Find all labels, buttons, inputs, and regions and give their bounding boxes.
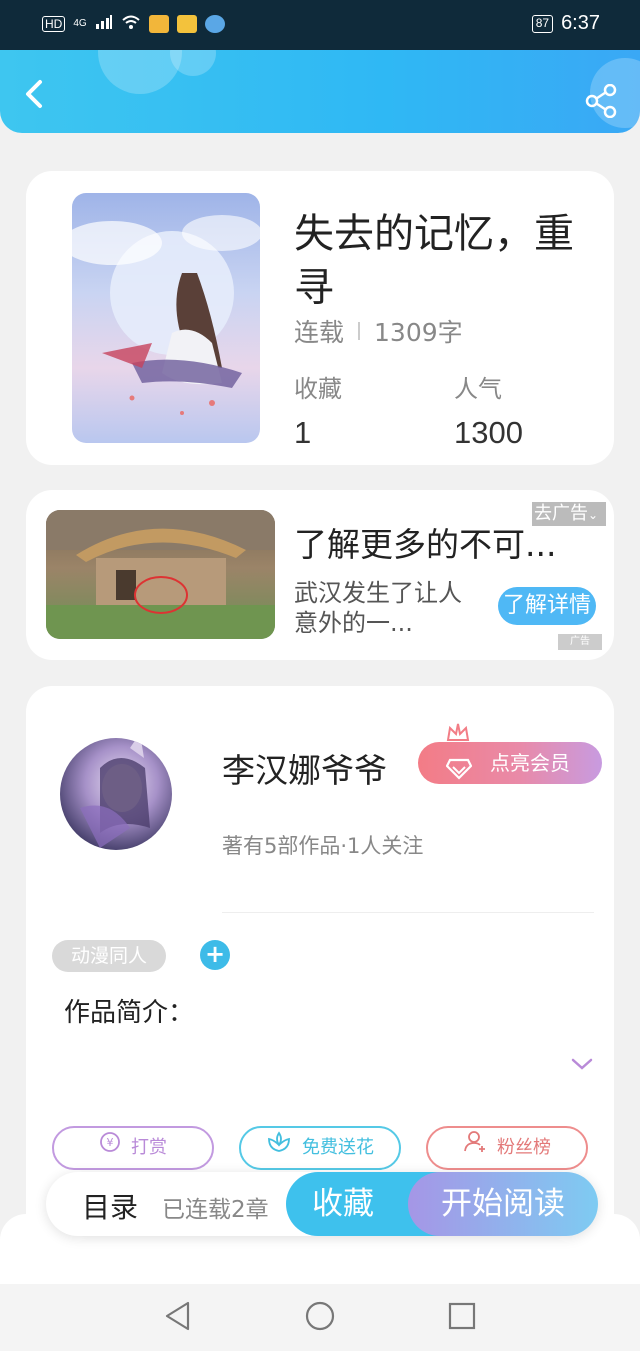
remove-ad-label: 去广告 bbox=[534, 503, 588, 524]
yen-icon: ¥ bbox=[99, 1128, 121, 1168]
flower-icon bbox=[266, 1128, 292, 1168]
signal-4g-indicator: 4G bbox=[73, 18, 87, 29]
chevron-left-icon bbox=[26, 80, 42, 108]
decor-bubble bbox=[170, 50, 216, 76]
chapter-count: 已连载2章 bbox=[162, 1197, 269, 1223]
popularity-value: 1300 bbox=[454, 415, 523, 450]
fans-ranking-label: 粉丝榜 bbox=[497, 1137, 551, 1158]
free-flower-button[interactable]: 免费送花 bbox=[239, 1126, 401, 1170]
book-cover-image[interactable] bbox=[72, 193, 260, 443]
free-flower-label: 免费送花 bbox=[302, 1137, 374, 1158]
hd-indicator: HD bbox=[42, 15, 66, 32]
author-avatar[interactable] bbox=[60, 738, 172, 850]
author-name: 李汉娜爷爷 bbox=[222, 751, 387, 790]
avatar-illustration bbox=[80, 738, 150, 848]
table-of-contents-button[interactable]: 目录 bbox=[82, 1186, 138, 1226]
ad-mark: 广告 bbox=[558, 634, 602, 650]
header-bar bbox=[0, 50, 640, 133]
reward-button[interactable]: ¥ 打赏 bbox=[52, 1126, 214, 1170]
ad-title: 了解更多的不可... bbox=[294, 525, 557, 564]
nav-home-button[interactable] bbox=[304, 1300, 336, 1332]
chevron-down-icon: ⌄ bbox=[588, 508, 599, 522]
divider bbox=[222, 912, 594, 913]
cover-illustration bbox=[72, 215, 260, 415]
status-indicators: HD 4G bbox=[42, 14, 225, 33]
share-icon bbox=[585, 83, 617, 119]
remove-ad-button[interactable]: 去广告⌄ bbox=[532, 502, 606, 526]
battery-indicator: 87 bbox=[531, 14, 554, 33]
diamond-icon bbox=[445, 752, 473, 794]
back-button[interactable] bbox=[18, 78, 50, 110]
share-button[interactable] bbox=[584, 83, 618, 119]
signal-icon bbox=[95, 14, 113, 33]
square-recents-icon bbox=[448, 1302, 476, 1330]
ad-detail-button[interactable]: 了解详情 bbox=[498, 587, 596, 625]
app-notification-icon bbox=[148, 14, 169, 33]
triangle-back-icon bbox=[165, 1301, 190, 1331]
circle-home-icon bbox=[305, 1301, 335, 1331]
svg-text:¥: ¥ bbox=[107, 1136, 114, 1149]
vip-activate-button[interactable]: 点亮会员 bbox=[418, 742, 602, 784]
user-icon bbox=[463, 1128, 487, 1168]
book-word-count: 1309字 bbox=[374, 318, 463, 347]
vip-button-label: 点亮会员 bbox=[490, 751, 570, 775]
ad-illustration bbox=[46, 510, 275, 639]
author-stats: 著有5部作品·1人关注 bbox=[222, 834, 424, 858]
system-nav-bar bbox=[0, 1284, 640, 1351]
app-notification-icon-2 bbox=[176, 14, 197, 33]
fans-ranking-button[interactable]: 粉丝榜 bbox=[426, 1126, 588, 1170]
meta-divider bbox=[358, 322, 361, 340]
nav-back-button[interactable] bbox=[162, 1300, 194, 1332]
ad-card[interactable]: 了解更多的不可... 武汉发生了让人意外的一... 去广告⌄ 了解详情 广告 bbox=[26, 490, 614, 660]
chevron-down-icon bbox=[571, 1058, 593, 1070]
intro-label: 作品简介： bbox=[64, 998, 195, 1028]
book-info-card: 失去的记忆，重寻 连载 1309字 收藏 1 人气 1300 bbox=[26, 171, 614, 465]
favorites-label: 收藏 bbox=[294, 375, 342, 403]
app-notification-icon-3 bbox=[204, 14, 225, 33]
wifi-icon bbox=[121, 14, 141, 33]
popularity-label: 人气 bbox=[454, 375, 502, 403]
expand-intro-button[interactable] bbox=[570, 1056, 594, 1076]
add-tag-button[interactable]: + bbox=[200, 940, 230, 970]
category-tag[interactable]: 动漫同人 bbox=[52, 940, 166, 972]
clock: 6:37 bbox=[561, 12, 600, 34]
reward-label: 打赏 bbox=[131, 1137, 167, 1158]
ad-description: 武汉发生了让人意外的一... bbox=[294, 579, 462, 637]
start-reading-button[interactable]: 开始阅读 bbox=[408, 1172, 598, 1236]
nav-recents-button[interactable] bbox=[446, 1300, 478, 1332]
bottom-action-bar: 目录 已连载2章 收藏 开始阅读 bbox=[46, 1172, 598, 1236]
ad-image[interactable] bbox=[46, 510, 275, 639]
book-meta: 连载 1309字 bbox=[294, 313, 463, 349]
plus-icon: + bbox=[204, 940, 226, 968]
status-bar: HD 4G 87 6:37 bbox=[0, 0, 640, 50]
book-title: 失去的记忆，重寻 bbox=[294, 211, 574, 311]
favorites-value: 1 bbox=[294, 415, 312, 450]
book-status: 连载 bbox=[294, 318, 345, 347]
